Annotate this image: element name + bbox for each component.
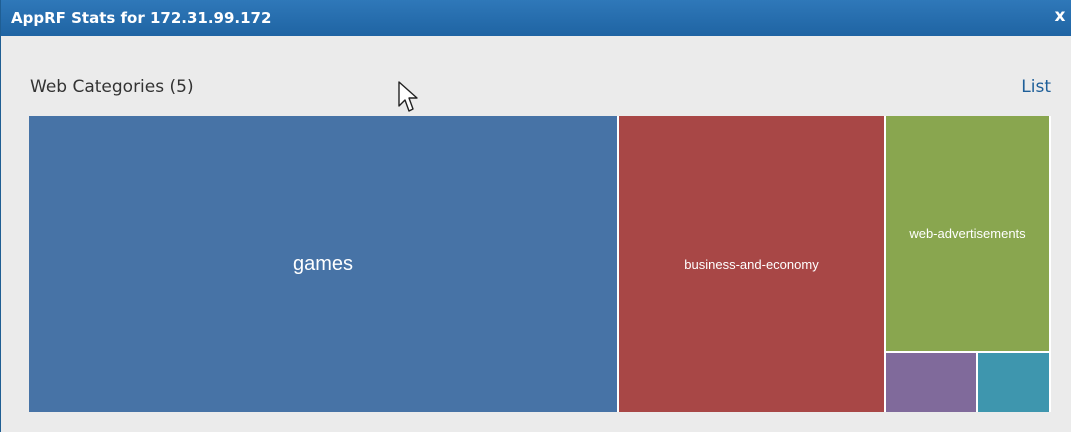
mouse-pointer-icon (398, 81, 418, 112)
tile-label-business-and-economy: business-and-economy (684, 256, 819, 272)
dialog-titlebar[interactable]: AppRF Stats for 172.31.99.172 x (1, 0, 1071, 36)
web-categories-treemap: games business-and-economy web-advertise… (29, 116, 1051, 412)
dialog-title: AppRF Stats for 172.31.99.172 (11, 9, 272, 27)
section-title: Web Categories (5) (30, 77, 194, 97)
tile-label-web-advertisements: web-advertisements (909, 226, 1026, 241)
appref-stats-dialog: AppRF Stats for 172.31.99.172 x Web Cate… (0, 0, 1071, 432)
treemap-tile-category-5[interactable] (978, 353, 1049, 412)
treemap-tile-category-4[interactable] (886, 353, 976, 412)
close-button[interactable]: x (1051, 6, 1069, 26)
treemap-tile-web-advertisements[interactable]: web-advertisements (886, 116, 1049, 351)
tile-label-games: games (292, 252, 354, 275)
treemap-tile-business-and-economy[interactable]: business-and-economy (619, 116, 884, 412)
list-view-link[interactable]: List (1021, 77, 1051, 97)
treemap-tile-games[interactable]: games (29, 116, 617, 412)
